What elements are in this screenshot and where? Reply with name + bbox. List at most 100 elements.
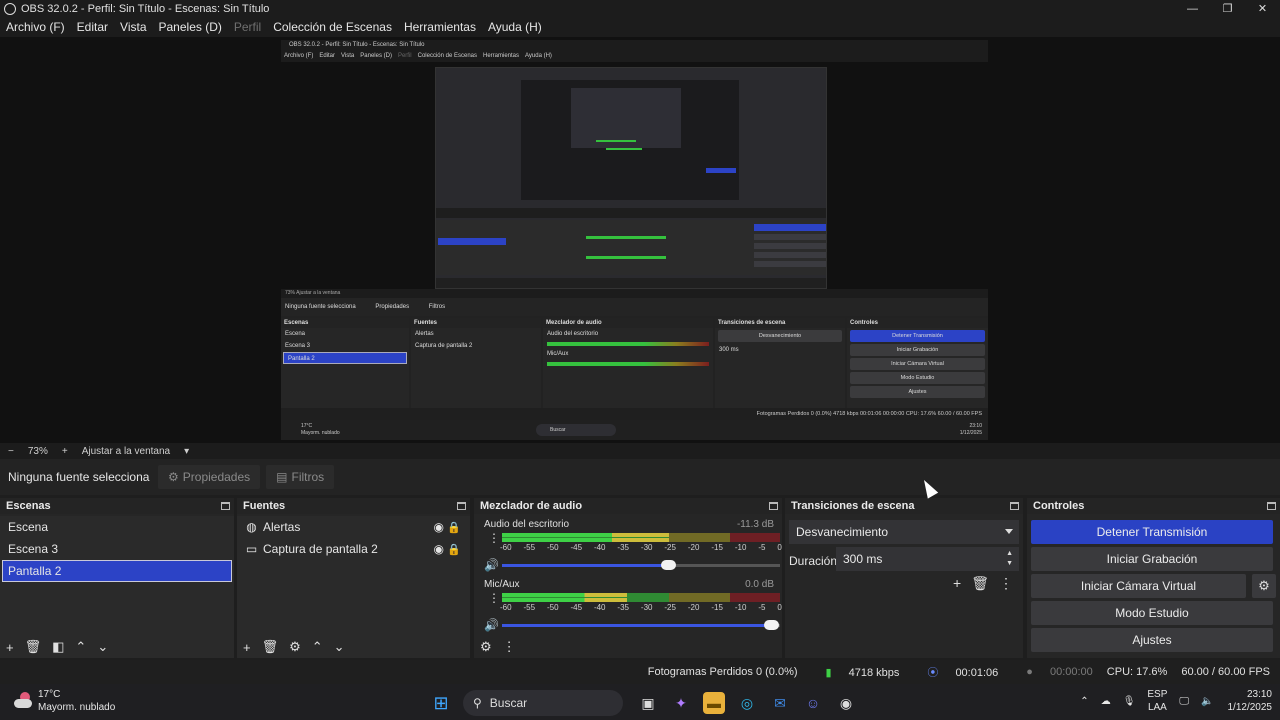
undock-icon[interactable]	[1267, 502, 1276, 510]
source-item[interactable]: ▭ Captura de pantalla 2 ◉ 🔒	[237, 538, 470, 560]
clock[interactable]: 23:10 1/12/2025	[1228, 688, 1273, 714]
microphone-icon[interactable]: 🎙	[1123, 696, 1136, 707]
undock-icon[interactable]	[457, 502, 466, 510]
add-icon[interactable]: +	[6, 640, 14, 655]
controls-title: Controles	[1033, 500, 1085, 512]
volume-slider[interactable]	[502, 560, 780, 570]
network-icon[interactable]: 🖵	[1179, 696, 1189, 707]
menu-scene-collection[interactable]: Colección de Escenas	[273, 20, 392, 34]
windows-taskbar: 17°C Mayorm. nublado ⊞ ⚲ Buscar ▣ ✦ ▬ ◎ …	[0, 684, 1280, 720]
kebab-menu-icon[interactable]: ⋮	[488, 532, 500, 544]
advanced-audio-icon[interactable]: ⚙	[480, 639, 492, 655]
menu-tools[interactable]: Herramientas	[404, 20, 476, 34]
nested-sources-dock: Fuentes Alertas Captura de pantalla 2	[411, 318, 541, 408]
menu-help[interactable]: Ayuda (H)	[488, 20, 542, 34]
gear-icon[interactable]: ⚙	[1252, 574, 1276, 598]
chevron-up-icon[interactable]: ⌃	[1080, 696, 1088, 707]
trash-icon[interactable]: 🗑	[25, 639, 42, 655]
menu-docks[interactable]: Paneles (D)	[159, 20, 222, 34]
move-up-icon[interactable]: ⌃	[312, 639, 323, 655]
volume-icon[interactable]: 🔈	[1201, 696, 1213, 707]
preview-canvas[interactable]: OBS 32.0.2 - Perfil: Sin Título - Escena…	[281, 40, 988, 440]
obs-icon[interactable]: ◉	[835, 692, 857, 714]
zoom-bar: − 73% + Ajustar a la ventana ▾	[0, 443, 1280, 459]
move-up-icon[interactable]: ⌃	[75, 639, 86, 655]
outlook-icon[interactable]: ✉	[769, 692, 791, 714]
stop-stream-button[interactable]: Detener Transmisión	[1031, 520, 1273, 544]
weather-widget[interactable]: 17°C Mayorm. nublado	[14, 688, 115, 714]
mixer-footer: ⚙ ⋮	[474, 636, 782, 658]
maximize-button[interactable]: ❐	[1210, 0, 1245, 17]
copilot-icon[interactable]: ✦	[670, 692, 692, 714]
speaker-icon[interactable]: 🔊	[484, 558, 499, 572]
studio-mode-button[interactable]: Modo Estudio	[1031, 601, 1273, 625]
add-icon[interactable]: +	[953, 575, 961, 592]
slider-handle[interactable]	[763, 620, 779, 630]
start-virtual-camera-button[interactable]: Iniciar Cámara Virtual	[1031, 574, 1246, 598]
file-explorer-icon[interactable]: ▬	[703, 692, 725, 714]
move-down-icon[interactable]: ⌄	[97, 639, 108, 655]
add-icon[interactable]: +	[243, 640, 251, 655]
close-button[interactable]: ✕	[1245, 0, 1280, 17]
kebab-menu-icon[interactable]: ⋮	[488, 592, 500, 604]
minimize-button[interactable]: —	[1175, 0, 1210, 17]
scene-item[interactable]: Escena	[0, 516, 234, 538]
trash-icon[interactable]: 🗑	[971, 575, 989, 592]
properties-button[interactable]: ⚙ Propiedades	[158, 465, 261, 489]
menu-view[interactable]: Vista	[120, 20, 146, 34]
filters-label: Filtros	[291, 470, 325, 484]
eye-icon[interactable]: ◉	[434, 542, 444, 556]
transitions-title: Transiciones de escena	[791, 500, 915, 512]
zoom-out-button[interactable]: −	[8, 446, 14, 457]
lock-icon[interactable]: 🔒	[447, 521, 461, 534]
kebab-menu-icon[interactable]: ⋮	[999, 575, 1013, 592]
start-record-button[interactable]: Iniciar Grabación	[1031, 547, 1273, 571]
language-indicator[interactable]: ESP LAA	[1147, 688, 1167, 714]
scenes-list: Escena Escena 3 Pantalla 2 + 🗑 ◧ ⌃ ⌄	[0, 516, 234, 658]
discord-icon[interactable]: ☺	[802, 692, 824, 714]
task-view-icon[interactable]: ▣	[637, 692, 659, 714]
taskbar-search[interactable]: ⚲ Buscar	[463, 690, 623, 716]
nested-source-item: Alertas	[415, 331, 434, 337]
lock-icon[interactable]: 🔒	[447, 543, 461, 556]
menu-file[interactable]: Archivo (F)	[6, 20, 65, 34]
filter-icon[interactable]: ◧	[52, 639, 64, 655]
settings-button[interactable]: Ajustes	[1031, 628, 1273, 652]
trash-icon[interactable]: 🗑	[262, 639, 279, 655]
source-item[interactable]: ◍ Alertas ◉ 🔒	[237, 516, 470, 538]
nested-desktop-audio: Audio del escritorio	[547, 331, 599, 337]
move-down-icon[interactable]: ⌄	[334, 639, 345, 655]
properties-label: Propiedades	[182, 470, 251, 484]
filters-button[interactable]: ▤ Filtros	[266, 465, 335, 489]
undock-icon[interactable]	[769, 502, 778, 510]
nested-fade: Desvanecimiento	[718, 330, 842, 342]
edge-icon[interactable]: ◎	[736, 692, 758, 714]
meter-tick-label: -30	[640, 603, 653, 612]
menu-profile[interactable]: Perfil	[234, 20, 261, 34]
undock-icon[interactable]	[221, 502, 230, 510]
undock-icon[interactable]	[1010, 502, 1019, 510]
zoom-dropdown-icon[interactable]: ▾	[184, 446, 189, 457]
search-icon: ⚲	[473, 696, 482, 710]
onedrive-icon[interactable]: ☁	[1101, 696, 1111, 707]
spin-arrows-icon[interactable]: ▲ ▼	[1006, 549, 1013, 569]
nested-menu-item: Herramientas	[483, 53, 520, 59]
scene-item[interactable]: Escena 3	[0, 538, 234, 560]
no-source-label: Ninguna fuente selecciona	[8, 470, 150, 484]
duration-input[interactable]: 300 ms ▲ ▼	[836, 547, 1019, 571]
gear-icon[interactable]: ⚙	[289, 639, 301, 655]
menu-edit[interactable]: Editar	[77, 20, 108, 34]
preview-area[interactable]: OBS 32.0.2 - Perfil: Sin Título - Escena…	[0, 37, 1280, 443]
slider-handle[interactable]	[660, 560, 676, 570]
nested-scenes-dock: Escenas Escena Escena 3 Pantalla 2	[281, 318, 409, 408]
windows-start-icon[interactable]: ⊞	[430, 692, 452, 714]
scene-item-selected[interactable]: Pantalla 2	[2, 560, 232, 582]
transition-select[interactable]: Desvanecimiento	[789, 520, 1019, 544]
meter-tick-label: -45	[570, 543, 583, 552]
volume-slider[interactable]	[502, 620, 780, 630]
kebab-menu-icon[interactable]: ⋮	[503, 639, 516, 655]
speaker-icon[interactable]: 🔊	[484, 618, 499, 632]
zoom-in-button[interactable]: +	[62, 446, 68, 457]
fit-to-window-button[interactable]: Ajustar a la ventana	[82, 446, 170, 457]
eye-icon[interactable]: ◉	[434, 520, 444, 534]
